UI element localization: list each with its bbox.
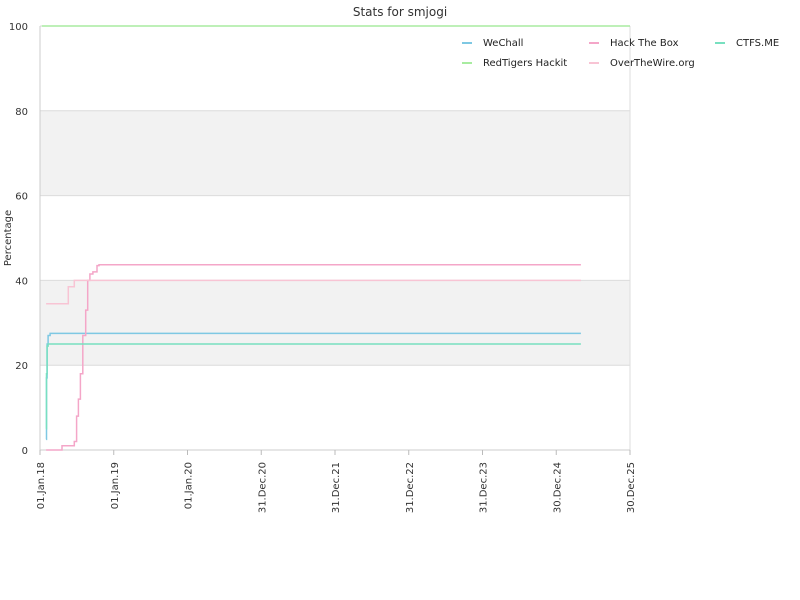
x-tick-label: 31.Dec.23 <box>479 462 490 513</box>
y-tick-label: 100 <box>9 22 28 33</box>
legend-label: RedTigers Hackit <box>483 58 567 69</box>
plot-band <box>40 365 630 450</box>
x-tick-label: 01.Jan.19 <box>110 462 121 509</box>
plot-band <box>40 110 630 196</box>
y-tick-label: 80 <box>15 107 28 118</box>
x-tick-label: 31.Dec.21 <box>331 462 342 513</box>
x-tick-label: 31.Dec.22 <box>405 462 416 513</box>
x-tick-label: 31.Dec.20 <box>257 462 268 513</box>
legend-label: OverTheWire.org <box>610 58 695 69</box>
chart-title: Stats for smjogi <box>353 5 447 19</box>
y-tick-label: 0 <box>22 446 28 457</box>
x-tick-label: 30.Dec.25 <box>626 462 637 513</box>
legend-label: WeChall <box>483 38 523 49</box>
y-tick-label: 20 <box>15 361 28 372</box>
line-chart: Stats for smjogi Percentage 0 20 40 60 80 100… <box>3 5 779 513</box>
legend-label: Hack The Box <box>610 38 679 49</box>
y-axis-label: Percentage <box>3 210 14 266</box>
y-tick-label: 40 <box>15 276 28 287</box>
legend-label: CTFS.ME <box>736 38 779 49</box>
x-tick-label: 01.Jan.20 <box>184 462 195 509</box>
x-tick-label: 01.Jan.18 <box>36 462 47 509</box>
x-tick-label: 30.Dec.24 <box>552 462 563 513</box>
y-tick-label: 60 <box>15 192 28 203</box>
plot-band <box>40 195 630 281</box>
plot-band <box>40 280 630 366</box>
